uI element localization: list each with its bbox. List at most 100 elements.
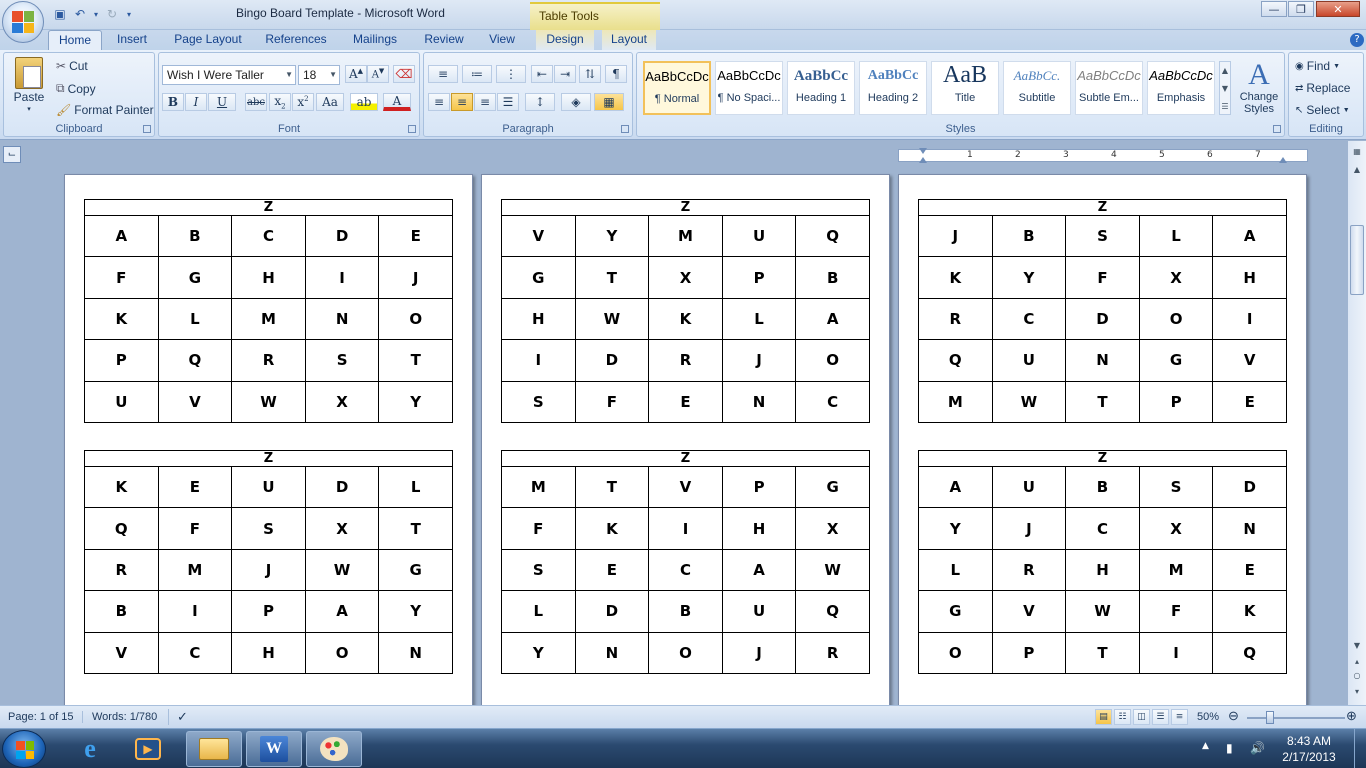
board-cell[interactable]: B — [84, 590, 159, 633]
board-cell[interactable]: D — [304, 214, 380, 258]
board-cell[interactable]: G — [157, 256, 233, 299]
draft-view-icon[interactable]: ≡ — [1171, 709, 1188, 725]
board-cell[interactable]: X — [304, 380, 380, 423]
board-cell[interactable]: U — [84, 380, 159, 423]
board-cell[interactable]: N — [378, 631, 453, 674]
select-browse-object-icon[interactable]: ○ — [1349, 671, 1365, 685]
bingo-board[interactable]: ZABCDEFGHIJKLMNOPQRSTUVWXY — [84, 199, 453, 423]
board-header-cell[interactable]: Z — [84, 199, 453, 216]
board-cell[interactable]: L — [918, 548, 993, 592]
style-no-spacing[interactable]: AaBbCcDc ¶ No Spaci... — [715, 61, 783, 115]
previous-page-icon[interactable]: ▴ — [1349, 657, 1365, 671]
line-spacing-button[interactable]: ↕ — [525, 93, 555, 111]
board-cell[interactable]: V — [991, 590, 1067, 633]
next-page-icon[interactable]: ▾ — [1349, 687, 1365, 701]
zoom-in-icon[interactable]: ⊕ — [1346, 708, 1357, 724]
align-center-button[interactable]: ≡ — [451, 93, 473, 111]
sort-button[interactable]: ⇅ — [579, 65, 601, 83]
board-cell[interactable]: W — [991, 380, 1067, 423]
tab-design[interactable]: Design — [536, 30, 594, 50]
tab-review[interactable]: Review — [418, 30, 470, 50]
board-cell[interactable]: D — [304, 465, 380, 509]
shrink-font-button[interactable]: A▼ — [367, 65, 389, 83]
board-cell[interactable]: A — [304, 590, 380, 633]
board-cell[interactable]: H — [231, 256, 306, 299]
board-cell[interactable]: T — [574, 256, 650, 299]
board-cell[interactable]: G — [378, 548, 453, 592]
board-cell[interactable]: U — [991, 339, 1067, 382]
board-cell[interactable]: F — [1138, 590, 1214, 633]
tab-mailings[interactable]: Mailings — [344, 30, 406, 50]
board-cell[interactable]: Y — [378, 590, 453, 633]
board-cell[interactable]: P — [231, 590, 306, 633]
show-desktop-button[interactable] — [1354, 729, 1366, 768]
board-cell[interactable]: C — [231, 214, 306, 258]
board-cell[interactable]: X — [1138, 507, 1214, 550]
board-cell[interactable]: Y — [378, 380, 453, 423]
vertical-scrollbar[interactable]: ▦ ▲ ▼ ▴ ○ ▾ — [1348, 141, 1366, 705]
board-cell[interactable]: X — [795, 507, 870, 550]
zoom-slider-thumb[interactable] — [1266, 711, 1274, 724]
board-cell[interactable]: S — [1065, 214, 1140, 258]
multilevel-list-button[interactable]: ⋮ — [496, 65, 526, 83]
board-cell[interactable]: O — [795, 339, 870, 382]
taskbar-internet-explorer[interactable]: e — [62, 731, 118, 767]
copy-button[interactable]: ⧉ Copy — [56, 81, 96, 96]
increase-indent-button[interactable]: ⇥ — [554, 65, 576, 83]
tab-selector-button[interactable]: ⌙ — [3, 146, 21, 163]
board-cell[interactable]: M — [501, 465, 576, 509]
board-cell[interactable]: F — [157, 507, 233, 550]
board-cell[interactable]: J — [991, 507, 1067, 550]
board-cell[interactable]: P — [991, 631, 1067, 674]
paragraph-dialog-launcher-icon[interactable] — [621, 125, 629, 133]
board-cell[interactable]: R — [991, 548, 1067, 592]
board-cell[interactable]: A — [721, 548, 797, 592]
page-count[interactable]: Page: 1 of 15 — [8, 711, 73, 723]
save-icon[interactable]: ▣ — [52, 6, 68, 22]
board-cell[interactable]: M — [1138, 548, 1214, 592]
volume-icon[interactable]: 🔊 — [1250, 741, 1265, 755]
board-cell[interactable]: I — [648, 507, 723, 550]
tab-view[interactable]: View — [482, 30, 522, 50]
board-cell[interactable]: W — [795, 548, 870, 592]
board-cell[interactable]: D — [574, 590, 650, 633]
style-normal[interactable]: AaBbCcDc ¶ Normal — [643, 61, 711, 115]
clear-formatting-button[interactable]: ⌫ — [393, 65, 415, 83]
change-case-button[interactable]: Aa — [316, 93, 344, 111]
board-cell[interactable]: D — [1065, 297, 1140, 341]
board-cell[interactable]: C — [991, 297, 1067, 341]
board-cell[interactable]: Q — [918, 339, 993, 382]
board-cell[interactable]: N — [721, 380, 797, 423]
board-cell[interactable]: I — [157, 590, 233, 633]
board-cell[interactable]: W — [231, 380, 306, 423]
board-header-cell[interactable]: Z — [918, 199, 1287, 216]
tab-references[interactable]: References — [260, 30, 332, 50]
board-cell[interactable]: C — [157, 631, 233, 674]
bingo-board[interactable]: ZMTVPGFKIHXSECAWLDBUQYNOJR — [501, 450, 870, 674]
find-button[interactable]: ◉ Find ▼ — [1295, 59, 1340, 73]
style-heading-1[interactable]: AaBbCc Heading 1 — [787, 61, 855, 115]
board-cell[interactable]: S — [1138, 465, 1214, 509]
print-layout-view-icon[interactable]: ▤ — [1095, 709, 1112, 725]
board-cell[interactable]: U — [721, 214, 797, 258]
board-cell[interactable]: D — [574, 339, 650, 382]
board-cell[interactable]: V — [501, 214, 576, 258]
web-layout-view-icon[interactable]: ◫ — [1133, 709, 1150, 725]
board-cell[interactable]: M — [157, 548, 233, 592]
board-cell[interactable]: X — [304, 507, 380, 550]
style-heading-2[interactable]: AaBbCc Heading 2 — [859, 61, 927, 115]
board-cell[interactable]: G — [1138, 339, 1214, 382]
board-cell[interactable]: H — [501, 297, 576, 341]
board-cell[interactable]: A — [795, 297, 870, 341]
tab-insert[interactable]: Insert — [110, 30, 154, 50]
board-cell[interactable]: O — [648, 631, 723, 674]
board-cell[interactable]: E — [157, 465, 233, 509]
numbering-button[interactable]: ≔ — [462, 65, 492, 83]
board-cell[interactable]: G — [918, 590, 993, 633]
document-page-3[interactable]: ZJBSLAKYFXHRCDOIQUNGVMWTPE ZAUBSDYJCXNLR… — [898, 174, 1307, 705]
board-cell[interactable]: B — [795, 256, 870, 299]
zoom-level[interactable]: 50% — [1197, 711, 1219, 723]
board-header-cell[interactable]: Z — [501, 450, 870, 467]
scroll-up-arrow-icon[interactable]: ▲ — [1349, 165, 1365, 179]
board-cell[interactable]: E — [648, 380, 723, 423]
